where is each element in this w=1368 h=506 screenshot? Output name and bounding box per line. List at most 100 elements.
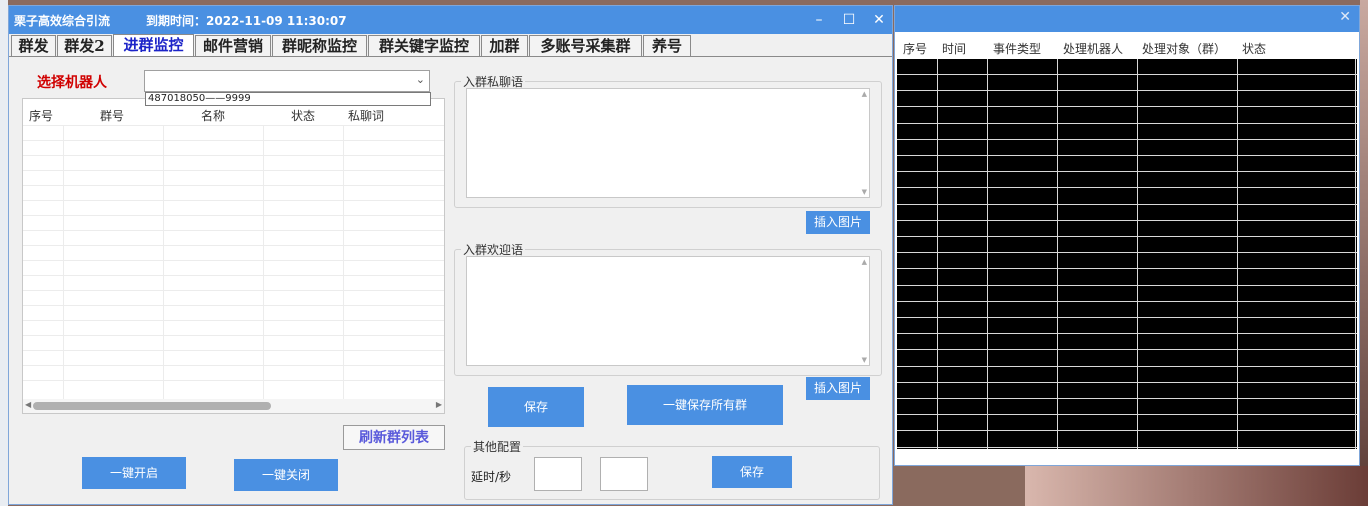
log-row-divider	[897, 333, 1357, 335]
log-window: ✕ 序号 时间 事件类型 处理机器人 处理对象（群） 状态	[894, 5, 1360, 466]
column-header[interactable]: 群号	[100, 107, 124, 124]
private-message-textarea[interactable]: ▲ ▼	[466, 88, 870, 198]
column-header[interactable]: 处理对象（群）	[1142, 40, 1226, 57]
log-row-divider	[897, 284, 1357, 286]
log-title-bar[interactable]: ✕	[895, 6, 1359, 32]
column-header[interactable]: 处理机器人	[1063, 40, 1123, 57]
table-row[interactable]	[23, 140, 444, 155]
scroll-left-icon[interactable]: ◀	[25, 400, 31, 409]
scroll-down-icon[interactable]: ▼	[862, 356, 867, 364]
column-header[interactable]: 时间	[942, 40, 966, 57]
tab-qunfa2[interactable]: 群发2	[57, 35, 112, 56]
column-header[interactable]: 序号	[903, 40, 927, 57]
desktop-wallpaper-bottom	[1025, 466, 1368, 506]
expire-time: 到期时间：2022-11-09 11:30:07	[146, 14, 347, 28]
tab-nickname-monitor[interactable]: 群昵称监控	[272, 35, 367, 56]
insert-image-button[interactable]: 插入图片	[806, 211, 870, 234]
tab-email-marketing[interactable]: 邮件营销	[195, 35, 271, 56]
save-button[interactable]: 保存	[488, 387, 584, 427]
desktop-wallpaper-right	[1360, 0, 1368, 506]
config-save-button[interactable]: 保存	[712, 456, 792, 488]
delay-max-input[interactable]	[600, 457, 648, 491]
table-row[interactable]	[23, 365, 444, 380]
log-row-divider	[897, 446, 1357, 448]
close-icon[interactable]: ✕	[869, 10, 889, 30]
table-row[interactable]	[23, 275, 444, 290]
scroll-up-icon[interactable]: ▲	[862, 90, 867, 98]
welcome-message-textarea[interactable]: ▲ ▼	[466, 256, 870, 366]
delay-label: 延时/秒	[471, 470, 512, 484]
log-row-divider	[897, 138, 1357, 140]
column-divider	[1057, 59, 1058, 449]
log-row-divider	[897, 155, 1357, 156]
column-header[interactable]: 状态	[291, 107, 315, 124]
log-row-divider	[897, 90, 1357, 92]
group-table[interactable]: 序号 群号 名称 状态 私聊词 ◀ ▶	[22, 98, 445, 414]
log-table-header: 序号 时间 事件类型 处理机器人 处理对象（群） 状态	[895, 37, 1359, 57]
column-header[interactable]: 私聊词	[348, 107, 384, 124]
table-row[interactable]	[23, 245, 444, 260]
disable-all-button[interactable]: 一键关闭	[234, 459, 338, 491]
horizontal-scrollbar[interactable]: ◀ ▶	[23, 399, 444, 413]
table-row[interactable]	[23, 320, 444, 335]
column-divider	[1355, 59, 1356, 449]
other-config-legend: 其他配置	[473, 440, 522, 454]
log-table-body[interactable]	[897, 59, 1357, 449]
table-row[interactable]	[23, 290, 444, 305]
column-header[interactable]: 状态	[1242, 40, 1266, 57]
robot-select[interactable]: ⌄	[144, 70, 430, 92]
save-all-groups-button[interactable]: 一键保存所有群	[627, 385, 783, 425]
table-row[interactable]	[23, 185, 444, 200]
chevron-down-icon[interactable]: ⌄	[416, 73, 425, 86]
title-bar[interactable]: 栗子高效综合引流 到期时间：2022-11-09 11:30:07 – ☐ ✕	[9, 6, 892, 34]
log-row-divider	[897, 365, 1357, 367]
column-divider	[987, 59, 988, 449]
table-row[interactable]	[23, 200, 444, 215]
table-row[interactable]	[23, 155, 444, 170]
scrollbar-thumb[interactable]	[33, 402, 271, 410]
tab-nurture-account[interactable]: 养号	[643, 35, 691, 56]
log-row-divider	[897, 381, 1357, 383]
table-row[interactable]	[23, 125, 444, 140]
desktop-left-strip	[0, 0, 8, 506]
table-row[interactable]	[23, 230, 444, 245]
log-row-divider	[897, 219, 1357, 221]
column-header[interactable]: 事件类型	[993, 40, 1041, 57]
table-row[interactable]	[23, 305, 444, 320]
robot-dropdown-option[interactable]: 487018050——9999	[145, 92, 431, 106]
column-divider	[1237, 59, 1238, 449]
scroll-down-icon[interactable]: ▼	[862, 188, 867, 196]
insert-image-button[interactable]: 插入图片	[806, 377, 870, 400]
enable-all-button[interactable]: 一键开启	[82, 457, 186, 489]
scroll-right-icon[interactable]: ▶	[436, 400, 442, 409]
table-row[interactable]	[23, 260, 444, 275]
log-row-divider	[897, 203, 1357, 205]
tab-join-group[interactable]: 加群	[481, 35, 528, 56]
log-row-divider	[897, 122, 1357, 124]
table-row[interactable]	[23, 380, 444, 395]
tab-keyword-monitor[interactable]: 群关键字监控	[368, 35, 480, 56]
other-config-group: 其他配置	[464, 438, 880, 500]
tab-bar: 群发 群发2 进群监控 邮件营销 群昵称监控 群关键字监控 加群 多账号采集群 …	[9, 34, 892, 57]
group-table-header: 序号 群号 名称 状态 私聊词	[23, 107, 444, 125]
table-row[interactable]	[23, 350, 444, 365]
scroll-up-icon[interactable]: ▲	[862, 258, 867, 266]
close-icon[interactable]: ✕	[1339, 9, 1351, 25]
tab-multi-account-collect[interactable]: 多账号采集群	[529, 35, 642, 56]
minimize-icon[interactable]: –	[809, 10, 829, 30]
refresh-group-list-button[interactable]: 刷新群列表	[343, 425, 445, 450]
log-row-divider	[897, 74, 1357, 75]
log-row-divider	[897, 252, 1357, 254]
log-row-divider	[897, 300, 1357, 302]
tab-qunfa[interactable]: 群发	[11, 35, 56, 56]
log-row-divider	[897, 317, 1357, 318]
delay-min-input[interactable]	[534, 457, 582, 491]
table-row[interactable]	[23, 335, 444, 350]
column-header[interactable]: 序号	[29, 107, 53, 124]
maximize-icon[interactable]: ☐	[839, 10, 859, 30]
log-row-divider	[897, 171, 1357, 173]
table-row[interactable]	[23, 215, 444, 230]
table-row[interactable]	[23, 170, 444, 185]
tab-join-monitor[interactable]: 进群监控	[113, 34, 194, 57]
column-header[interactable]: 名称	[201, 107, 225, 124]
